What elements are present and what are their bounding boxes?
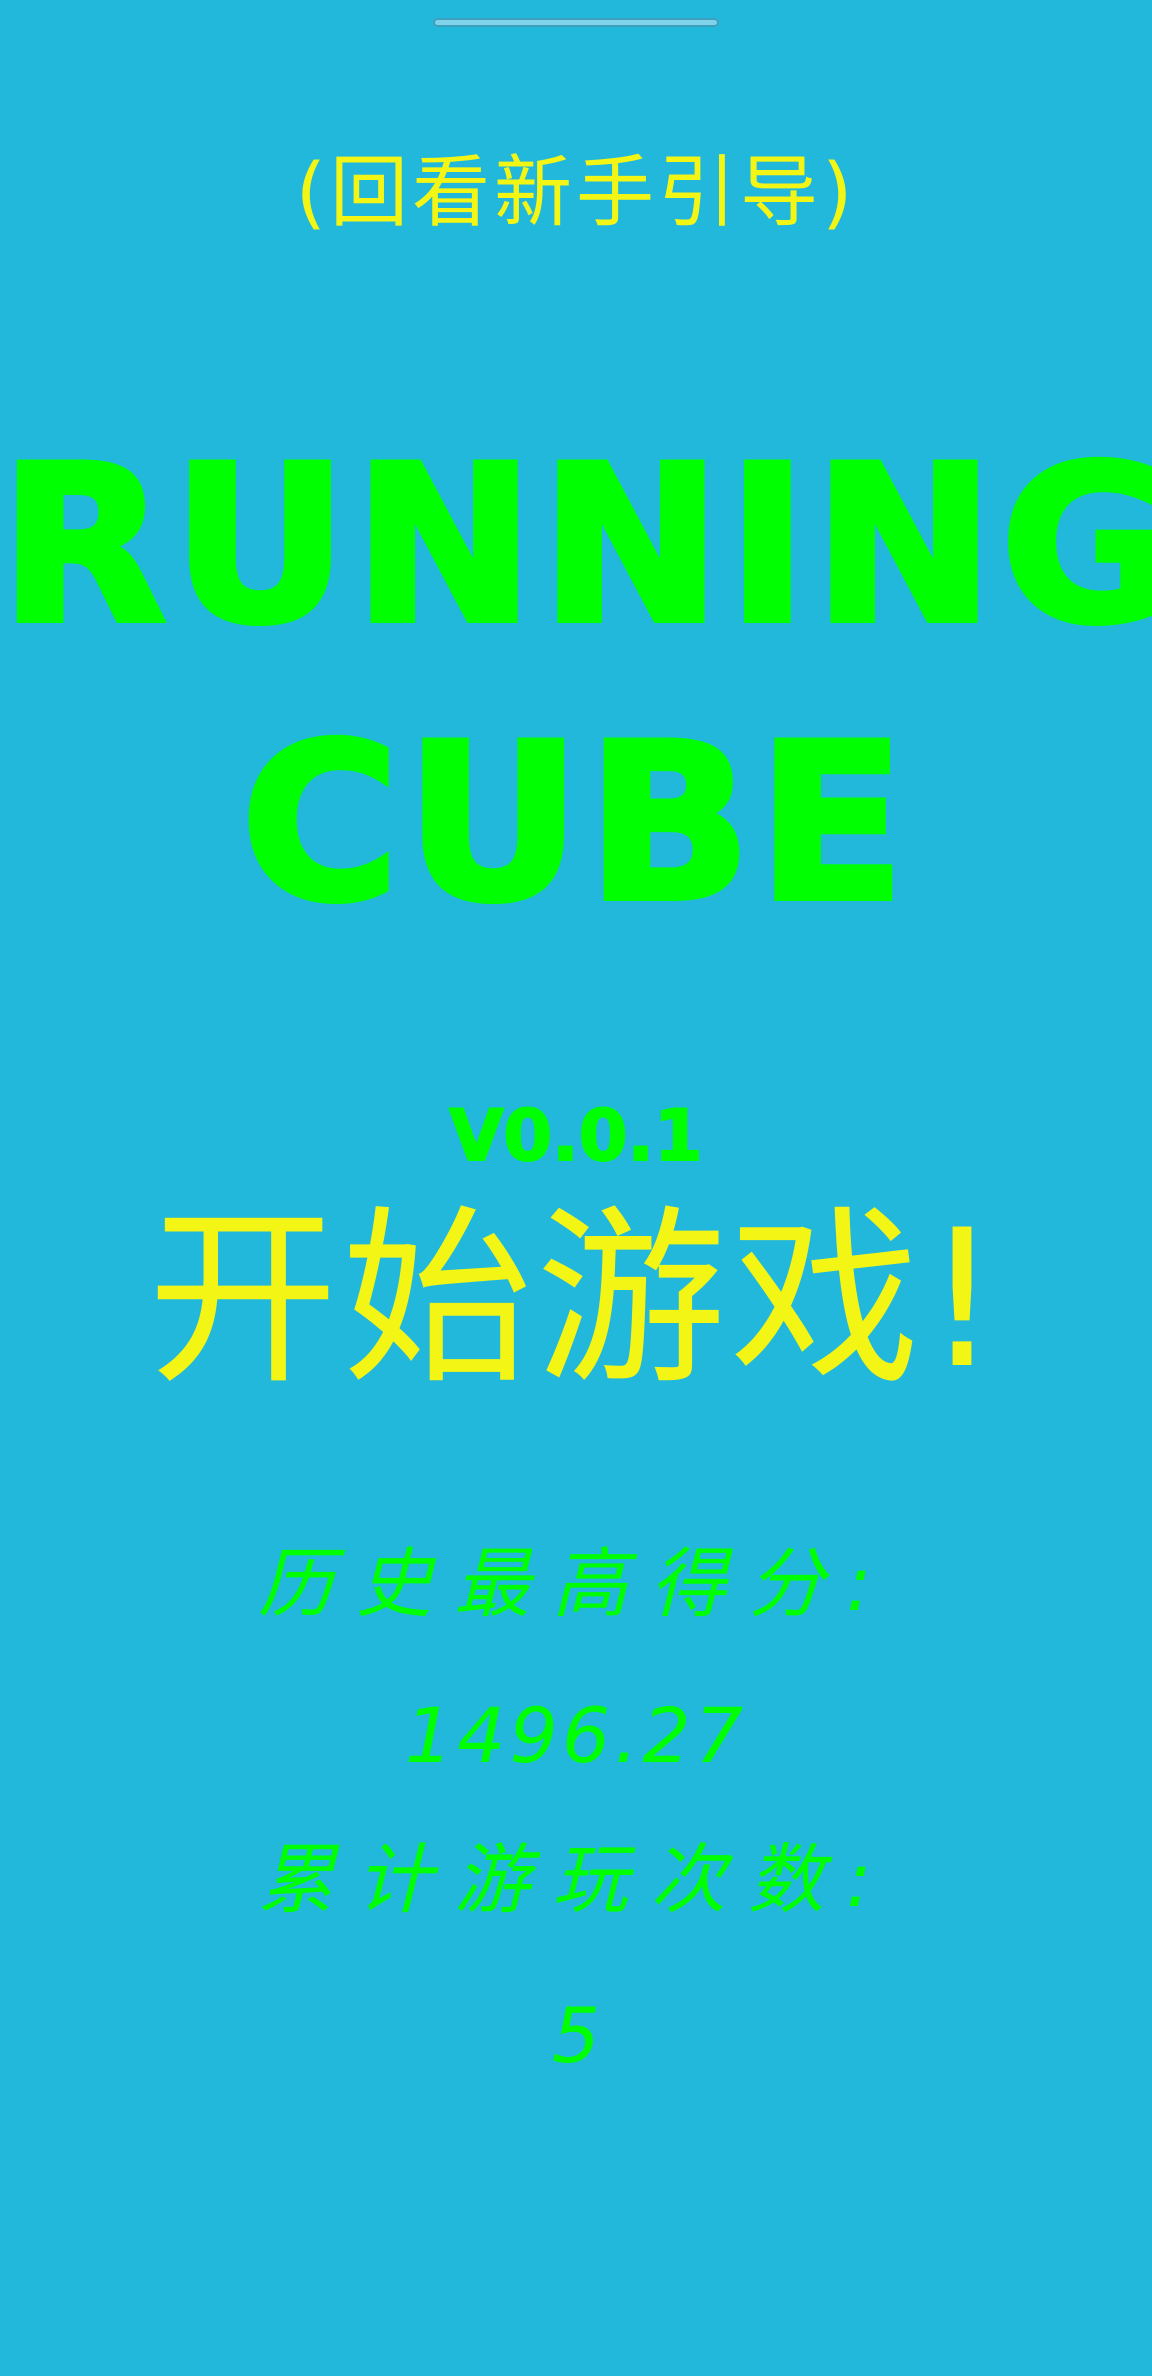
game-title-line-1: RUNNING [0,420,1152,671]
high-score-label: 历史最高得分: [258,1539,894,1628]
start-game-button[interactable]: 开始游戏! [0,1190,1152,1410]
play-count-value: 5 [551,1991,601,2080]
tutorial-review-link[interactable]: (回看新手引导) [0,138,1152,248]
high-score-value: 1496.27 [404,1691,748,1780]
version-label: V0.0.1 [448,1094,703,1178]
top-handle-bar [433,18,719,27]
play-count-label: 累计游玩次数: [258,1835,894,1924]
game-title-line-2: CUBE [238,698,912,949]
